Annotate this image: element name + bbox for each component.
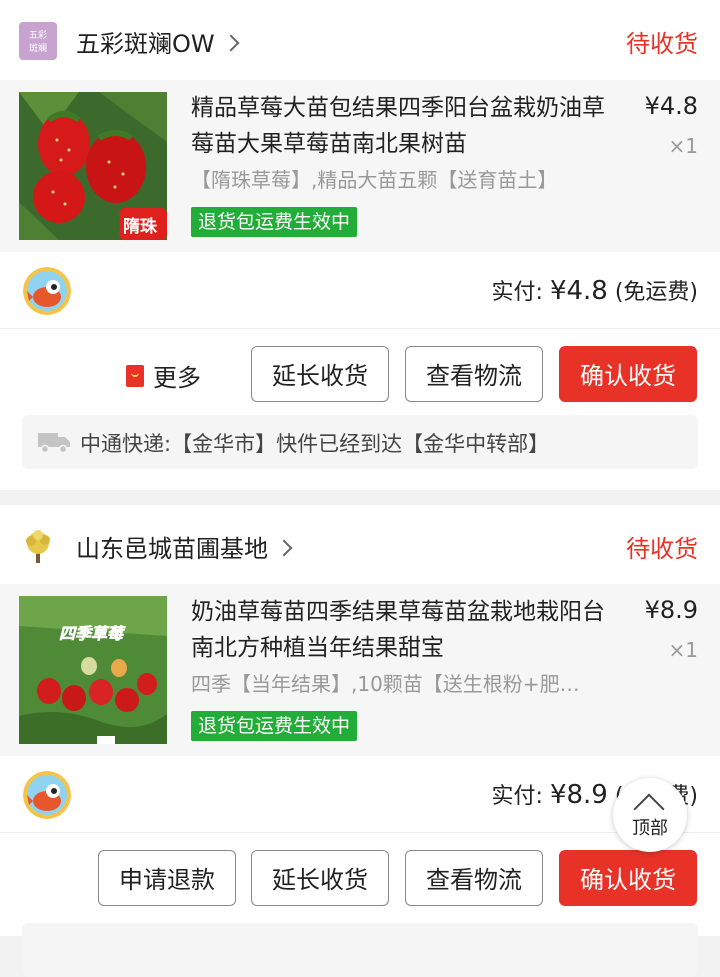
product-quantity: ×1 bbox=[668, 638, 698, 662]
shop-name[interactable]: 山东邑城苗圃基地 bbox=[76, 535, 268, 563]
red-packet-icon bbox=[126, 364, 144, 387]
order-item[interactable]: 四季草莓 奶油草莓苗四季结果草莓苗盆栽地栽阳台南北方种植当年结果甜宝 ¥8.9 … bbox=[0, 584, 720, 756]
shop-logo bbox=[19, 527, 57, 565]
payment-row: 实付: ¥4.8 (免运费) bbox=[0, 252, 720, 329]
avatar[interactable] bbox=[23, 267, 71, 315]
logistics-info[interactable]: 中通快递:【金华市】快件已经到达【金华中转部】 bbox=[22, 415, 698, 469]
action-bar: 申请退款 延长收货 查看物流 确认收货 bbox=[0, 834, 720, 914]
shipping-note: (免运费) bbox=[614, 280, 698, 305]
shop-header[interactable]: 山东邑城苗圃基地 待收货 bbox=[0, 505, 720, 585]
product-spec: 四季【当年结果】,10颗苗【送生根粉+肥… bbox=[191, 672, 580, 696]
shop-logo: 五彩 斑斓 bbox=[19, 22, 57, 60]
order-status: 待收货 bbox=[626, 30, 698, 58]
view-logistics-button[interactable]: 查看物流 bbox=[405, 850, 543, 906]
product-title[interactable]: 奶油草莓苗四季结果草莓苗盆栽地栽阳台南北方种植当年结果甜宝 bbox=[191, 594, 611, 666]
order-item[interactable]: 隋珠 精品草莓大苗包结果四季阳台盆栽奶油草莓苗大果草莓苗南北果树苗 ¥4.8 ×… bbox=[0, 80, 720, 252]
shop-header[interactable]: 五彩 斑斓 五彩斑斓OW 待收货 bbox=[0, 0, 720, 80]
product-image[interactable]: 隋珠 bbox=[19, 92, 167, 240]
payment-label: 实付: bbox=[491, 784, 543, 809]
back-to-top-button[interactable]: 顶部 bbox=[613, 778, 687, 852]
chevron-right-icon bbox=[222, 34, 240, 52]
refund-button[interactable]: 申请退款 bbox=[98, 850, 236, 906]
product-badge: 四季草莓 bbox=[59, 624, 124, 644]
truck-icon bbox=[38, 433, 70, 453]
product-title[interactable]: 精品草莓大苗包结果四季阳台盆栽奶油草莓苗大果草莓苗南北果树苗 bbox=[191, 90, 611, 162]
extend-receipt-button[interactable]: 延长收货 bbox=[251, 346, 389, 402]
product-badge: 隋珠 bbox=[123, 217, 157, 237]
order-card: 山东邑城苗圃基地 待收货 四季草莓 奶油草莓苗四季结果草莓苗盆栽地栽阳台南北方种… bbox=[0, 505, 720, 977]
return-shipping-tag: 退货包运费生效中 bbox=[191, 711, 358, 741]
confirm-receipt-button[interactable]: 确认收货 bbox=[559, 346, 697, 402]
logistics-info[interactable] bbox=[22, 923, 698, 977]
payment-amount: ¥4.8 bbox=[549, 276, 608, 306]
shop-name[interactable]: 五彩斑斓OW bbox=[76, 30, 215, 58]
extend-receipt-button[interactable]: 延长收货 bbox=[251, 850, 389, 906]
confirm-receipt-button[interactable]: 确认收货 bbox=[559, 850, 697, 906]
back-to-top-label: 顶部 bbox=[632, 818, 668, 839]
product-quantity: ×1 bbox=[668, 134, 698, 158]
payment-row: 实付: ¥8.9 (免运费) bbox=[0, 756, 720, 833]
product-price: ¥4.8 bbox=[644, 92, 698, 120]
logistics-text: 中通快递:【金华市】快件已经到达【金华中转部】 bbox=[80, 432, 550, 456]
chevron-right-icon bbox=[275, 539, 293, 557]
product-spec: 【隋珠草莓】,精品大苗五颗【送育苗土】 bbox=[191, 168, 558, 192]
more-label: 更多 bbox=[153, 364, 201, 392]
product-price: ¥8.9 bbox=[644, 596, 698, 624]
product-image[interactable]: 四季草莓 bbox=[19, 596, 167, 744]
order-card: 五彩 斑斓 五彩斑斓OW 待收货 隋珠 精品草莓大苗包结果四季阳台盆栽奶油草莓苗… bbox=[0, 0, 720, 490]
svg-text:五彩: 五彩 bbox=[29, 30, 47, 41]
payment-label: 实付: bbox=[491, 280, 543, 305]
svg-text:斑斓: 斑斓 bbox=[29, 42, 47, 54]
return-shipping-tag: 退货包运费生效中 bbox=[191, 207, 358, 237]
more-button[interactable]: 更多 bbox=[126, 358, 201, 393]
view-logistics-button[interactable]: 查看物流 bbox=[405, 346, 543, 402]
order-status: 待收货 bbox=[626, 535, 698, 563]
payment-amount: ¥8.9 bbox=[549, 780, 608, 810]
avatar[interactable] bbox=[23, 771, 71, 819]
action-bar: 更多 延长收货 查看物流 确认收货 bbox=[0, 330, 720, 410]
